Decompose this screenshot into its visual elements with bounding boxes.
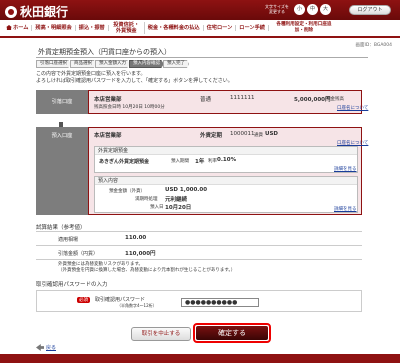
page-title: 外貨定期預金預入（円貨口座からの預入） [36, 48, 368, 58]
step-2: 商品選択 [70, 60, 96, 68]
rate-value: 0.10% [217, 157, 237, 163]
confirm-button-highlight: 確定する [193, 323, 271, 343]
nav-home[interactable]: ホーム [3, 25, 33, 31]
trial-header: 試算結果（参考値） [36, 225, 86, 231]
step-1: 引落口座選択 [36, 60, 71, 68]
deposit-ccy-label: 通貨 [254, 133, 263, 138]
nav-balance[interactable]: 残高・明細照会 [32, 25, 76, 31]
term-label: 預入期間 [171, 159, 189, 164]
contents-detail-link[interactable]: 詳細を見る [334, 206, 357, 212]
deposit-branch: 本店営業部 [94, 133, 122, 139]
maturity-label: 満期時処理 [135, 197, 158, 202]
password-input[interactable]: ●●●●●●●●●● [181, 298, 259, 307]
nav-tax[interactable]: 税金・各種料金の払込 [145, 25, 204, 31]
password-label: 取引確認用パスワード [95, 297, 146, 303]
yen-amount-value: 110,000円 [125, 251, 156, 257]
maturity-value: 元利継続 [165, 197, 188, 203]
debit-account-label: 引落口座 [36, 90, 88, 114]
footer-bar [0, 354, 400, 363]
product-name: あきぎん外貨定期預金 [99, 159, 150, 165]
date-label: 預入日 [150, 205, 164, 210]
nav-transfer[interactable]: 振込・振替 [76, 25, 109, 31]
font-size-large-button[interactable]: 大 [320, 4, 331, 15]
date-value: 10月20日 [165, 205, 192, 211]
nav-housing-loan[interactable]: 住宅ローン [204, 25, 237, 31]
contents-header: 預入内容 [95, 177, 357, 185]
main-nav: ホーム 残高・明細照会 振込・振替 投資信託・外貨預金 税金・各種料金の払込 住… [0, 20, 400, 38]
debit-number: 1111111 [230, 95, 255, 101]
step-3: 預入金額入力 [95, 60, 130, 68]
back-link[interactable]: 戻る [36, 344, 56, 351]
confirm-button[interactable]: 確定する [196, 326, 268, 340]
debit-balance: 5,000,000円 [294, 97, 331, 103]
password-section-title: 取引確認用パスワードの入力 [36, 282, 108, 288]
product-box: 外貨定期預金 あきぎん外貨定期預金 預入期間 1年 利率 0.10% 詳細を見る [94, 146, 358, 173]
step-4-current: 預入内容確認 [129, 60, 164, 68]
divider [36, 259, 362, 260]
account-name-link[interactable]: 口座名について [337, 105, 368, 111]
yen-amount-label: 引落金額（円貨） [58, 251, 99, 257]
bank-logo[interactable]: 秋田銀行 [5, 3, 68, 20]
debit-balance-note: 預金残高 [326, 97, 344, 102]
product-header: 外貨定期預金 [95, 147, 357, 155]
home-icon [6, 25, 12, 30]
debit-type: 普通 [200, 97, 212, 103]
product-detail-link[interactable]: 詳細を見る [334, 166, 357, 172]
deposit-number: 1000011 [230, 131, 255, 137]
bank-logo-icon [5, 5, 17, 18]
deposit-type: 外貨定期 [200, 133, 223, 139]
required-badge: 必須 [77, 297, 90, 303]
deposit-currency: USD [265, 131, 278, 137]
term-value: 1年 [195, 159, 205, 165]
nav-invest[interactable]: 投資信託・外貨預金 [109, 22, 145, 34]
fx-rate-label: 適用相場 [58, 237, 79, 243]
logout-button[interactable]: ログアウト [349, 5, 391, 15]
password-hint: （半角数字4～12桁） [117, 303, 157, 308]
debit-reference-time: 残高照会日時 10月20日 10時00分 [94, 105, 165, 110]
nav-settings[interactable]: 各種利用設定・利用口座追加・削除 [269, 22, 339, 34]
progress-steps: 引落口座選択 商品選択 預入金額入力 預入内容確認 預入完了 [36, 60, 189, 68]
cancel-button[interactable]: 取引を中止する [131, 327, 191, 341]
nav-loan[interactable]: ローン手続 [236, 25, 269, 31]
password-box: 必須 取引確認用パスワード （半角数字4～12桁） ●●●●●●●●●● [36, 290, 362, 312]
step-5: 預入完了 [163, 60, 189, 68]
site-header: 秋田銀行 文字サイズを変更する 小 中 大 ログアウト [0, 0, 400, 20]
amount-label: 預金金額（外貨） [109, 189, 145, 194]
divider [36, 245, 362, 246]
font-size-medium-button[interactable]: 中 [307, 4, 318, 15]
debit-account-section: 引落口座 本店営業部 普通 1111111 5,000,000円 預金残高 残高… [36, 90, 368, 114]
deposit-account-label: 預入口座 [36, 127, 88, 215]
deposit-account-section: 預入口座 本店営業部 外貨定期 1000011 通貨 USD 口座名について 外… [36, 127, 368, 215]
debit-account-box: 本店営業部 普通 1111111 5,000,000円 預金残高 残高照会日時 … [88, 90, 368, 114]
debit-branch: 本店営業部 [94, 97, 122, 103]
contents-box: 預入内容 預金金額（外貨） USD 1,000.00 満期時処理 元利継続 預入… [94, 176, 358, 213]
intro-text: この内容で外貨定期預金口座に預入を行います。 よろしければ取引確認用パスワードを… [36, 71, 233, 84]
bank-name: 秋田銀行 [20, 5, 69, 19]
risk-note: 外貨預金には為替変動リスクがあります。 （外貨預金を円貨に換算した場合、為替変動… [58, 262, 236, 273]
amount-value: USD 1,000.00 [165, 187, 208, 193]
font-size-label: 文字サイズを変更する [265, 4, 289, 14]
rate-label: 利率 [208, 159, 217, 164]
fx-rate-value: 110.00 [125, 235, 147, 241]
font-size-small-button[interactable]: 小 [294, 4, 305, 15]
divider [36, 231, 362, 232]
